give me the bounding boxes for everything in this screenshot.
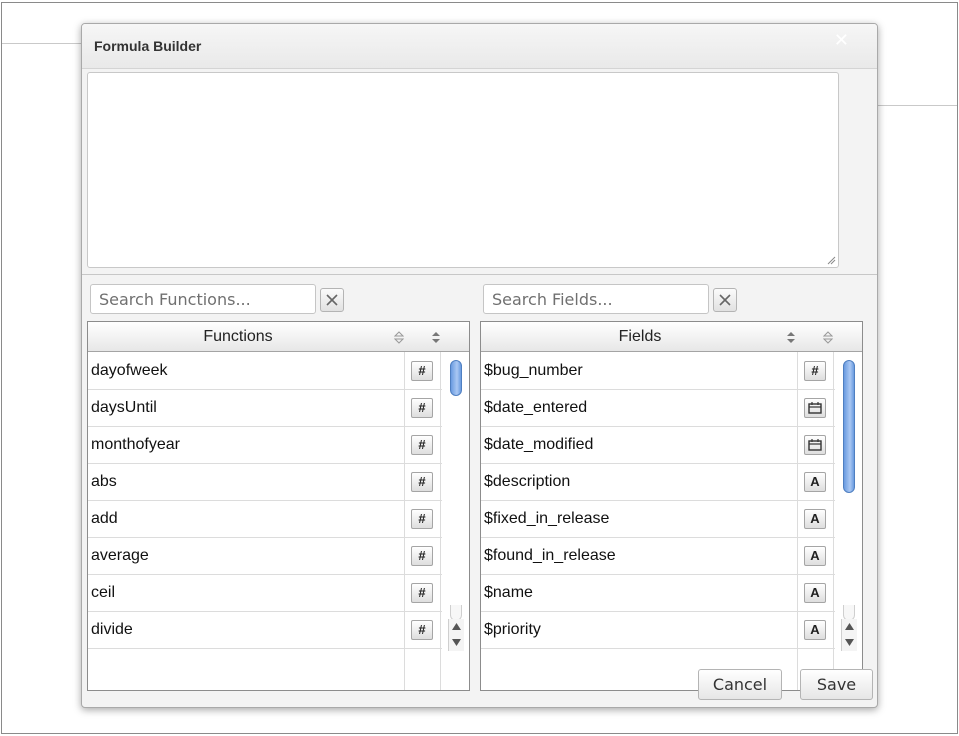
list-item-label: ceil — [91, 584, 116, 601]
list-item[interactable]: $bug_number # — [481, 353, 835, 390]
list-item[interactable]: divide # — [88, 612, 442, 649]
text-type-icon: A — [804, 472, 826, 492]
list-item-label: $found_in_release — [484, 547, 616, 564]
clear-icon — [326, 294, 338, 306]
page-frame: Formula Builder ✕ Search Functions... Se… — [1, 2, 958, 734]
scroll-arrows — [448, 619, 464, 651]
list-item-partial[interactable] — [88, 649, 442, 686]
clear-icon — [719, 294, 731, 306]
list-item[interactable]: add # — [88, 501, 442, 538]
scroll-down-arrow-icon[interactable] — [845, 639, 854, 646]
scroll-up-arrow-icon[interactable] — [845, 623, 854, 630]
list-item[interactable]: $date_modified — [481, 427, 835, 464]
list-item-label: $priority — [484, 621, 541, 638]
list-item[interactable]: $found_in_release A — [481, 538, 835, 575]
number-type-icon: # — [411, 546, 433, 566]
text-type-icon: A — [804, 583, 826, 603]
list-item[interactable]: $name A — [481, 575, 835, 612]
section-divider — [82, 274, 877, 275]
dialog-title: Formula Builder — [94, 38, 202, 54]
search-fields-input[interactable] — [483, 284, 709, 314]
list-item-label: $bug_number — [484, 362, 583, 379]
list-item-label: $date_entered — [484, 399, 588, 416]
functions-column-header[interactable]: Functions — [88, 328, 388, 346]
fields-scrollbar[interactable] — [840, 355, 858, 672]
list-item-label: daysUntil — [91, 399, 157, 416]
fields-list-header: Fields — [481, 322, 862, 352]
formula-textarea[interactable] — [87, 72, 839, 268]
number-type-icon: # — [804, 361, 826, 381]
cancel-button[interactable]: Cancel — [698, 669, 782, 700]
list-item-label: monthofyear — [91, 436, 180, 453]
functions-list-header: Functions — [88, 322, 469, 352]
background-divider-right — [878, 105, 957, 106]
text-type-icon: A — [804, 620, 826, 640]
text-type-icon: A — [804, 509, 826, 529]
number-type-icon: # — [411, 509, 433, 529]
list-item-label: dayofweek — [91, 362, 168, 379]
list-item-label: $name — [484, 584, 533, 601]
list-item[interactable]: $description A — [481, 464, 835, 501]
search-functions-input[interactable] — [90, 284, 316, 314]
functions-list: Functions dayofweek # daysUntil # monthofyea… — [87, 321, 470, 691]
background-divider — [2, 43, 82, 44]
sort-icon[interactable] — [394, 331, 404, 344]
list-item[interactable]: $fixed_in_release A — [481, 501, 835, 538]
list-item[interactable]: daysUntil # — [88, 390, 442, 427]
list-item[interactable]: $priority A — [481, 612, 835, 649]
list-item-label: $date_modified — [484, 436, 594, 453]
clear-fields-search-button[interactable] — [713, 288, 737, 312]
number-type-icon: # — [411, 620, 433, 640]
list-item[interactable]: average # — [88, 538, 442, 575]
list-item-label: add — [91, 510, 118, 527]
fields-list: Fields $bug_number # $date_entered $date_mo… — [480, 321, 863, 691]
list-item-label: $description — [484, 473, 571, 490]
list-item[interactable]: ceil # — [88, 575, 442, 612]
fields-column-header[interactable]: Fields — [481, 328, 799, 346]
calendar-icon — [804, 398, 826, 418]
number-type-icon: # — [411, 583, 433, 603]
list-item[interactable]: $date_entered — [481, 390, 835, 427]
calendar-icon — [804, 435, 826, 455]
list-item-label: abs — [91, 473, 117, 490]
scroll-down-arrow-icon[interactable] — [452, 639, 461, 646]
fields-scroll-thumb[interactable] — [843, 360, 855, 493]
formula-builder-dialog: Formula Builder ✕ Search Functions... Se… — [81, 23, 878, 708]
list-item[interactable]: monthofyear # — [88, 427, 442, 464]
list-item[interactable]: abs # — [88, 464, 442, 501]
number-type-icon: # — [411, 472, 433, 492]
list-item-label: average — [91, 547, 149, 564]
sort-type-icon[interactable] — [823, 331, 833, 344]
list-item[interactable]: dayofweek # — [88, 353, 442, 390]
number-type-icon: # — [411, 398, 433, 418]
list-item-label: $fixed_in_release — [484, 510, 610, 527]
clear-functions-search-button[interactable] — [320, 288, 344, 312]
sort-icon[interactable] — [786, 331, 796, 344]
dialog-titlebar: Formula Builder ✕ — [82, 24, 877, 69]
number-type-icon: # — [411, 361, 433, 381]
number-type-icon: # — [411, 435, 433, 455]
functions-scroll-thumb[interactable] — [450, 360, 462, 396]
close-icon[interactable]: ✕ — [834, 30, 849, 51]
scroll-up-arrow-icon[interactable] — [452, 623, 461, 630]
text-type-icon: A — [804, 546, 826, 566]
save-button[interactable]: Save — [800, 669, 873, 700]
resize-handle-icon[interactable] — [826, 255, 836, 265]
functions-scrollbar[interactable] — [447, 355, 465, 672]
scroll-arrows — [841, 619, 857, 651]
list-item-label: divide — [91, 621, 133, 638]
sort-type-icon[interactable] — [431, 331, 441, 344]
